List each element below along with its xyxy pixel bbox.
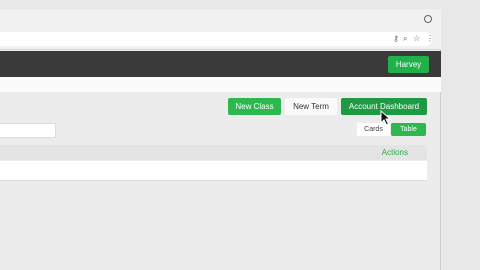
- browser-toolbar: ⚷ ⌕ ☆ ⋮: [0, 28, 441, 50]
- bookmark-star-icon[interactable]: ☆: [413, 35, 420, 43]
- address-bar[interactable]: ⚷ ⌕ ☆: [0, 32, 432, 46]
- search-input[interactable]: [0, 123, 56, 138]
- menu-icon[interactable]: ⋮: [426, 35, 434, 43]
- app-header: Harvey: [0, 51, 441, 77]
- table-header: Actions: [0, 145, 427, 160]
- browser-window: ⚷ ⌕ ☆ ⋮ Harvey New Class New Term Accoun…: [0, 9, 441, 270]
- new-class-button[interactable]: New Class: [228, 98, 281, 115]
- browser-title-bar: [0, 9, 441, 28]
- table-view-toggle[interactable]: Table: [391, 123, 426, 136]
- zoom-icon[interactable]: ⌕: [403, 35, 407, 43]
- key-icon[interactable]: ⚷: [393, 35, 399, 43]
- mouse-cursor-icon: [380, 110, 392, 126]
- user-menu-button[interactable]: Harvey: [388, 56, 429, 73]
- actions-column-header: Actions: [381, 148, 408, 157]
- new-term-button[interactable]: New Term: [285, 98, 337, 115]
- account-icon[interactable]: [424, 15, 432, 23]
- table-row[interactable]: [0, 161, 427, 181]
- subheader-strip: [0, 77, 441, 92]
